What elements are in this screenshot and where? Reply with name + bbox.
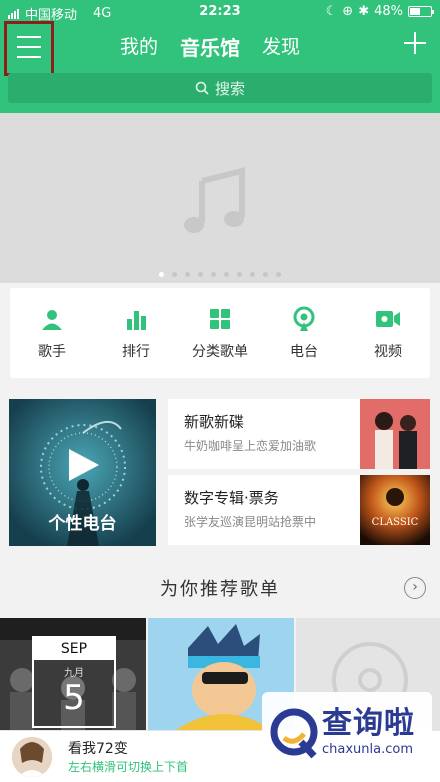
calendar-badge: SEP 九月 5 [32,636,116,728]
search-icon [195,81,209,95]
grid-icon [205,305,235,333]
carousel-dot [237,272,242,277]
menu-button[interactable] [4,21,54,76]
singer-icon [37,305,67,333]
calendar-month: SEP [34,638,114,660]
carousel-dot [185,272,190,277]
category-label: 分类歌单 [192,344,248,360]
album-card-subtitle: 牛奶咖啡呈上恋爱加油歌 [184,439,317,453]
banner-carousel[interactable] [0,113,440,283]
watermark-text: 查询啦 [322,706,415,741]
status-bar: 中国移动 4G 22:23 ☾ ⊕ ✱ 48% [0,0,440,24]
chevron-right-icon[interactable]: › [404,577,426,599]
category-label: 视频 [374,344,402,360]
watermark: 查询啦 chaxunla.com [262,692,432,774]
radio-label: 个性电台 [48,514,117,534]
category-chart[interactable]: 排行 [101,305,171,361]
album-cover-image: CLASSIC [360,475,430,545]
digital-album-card[interactable]: 数字专辑·票务 张学友巡演昆明站抢票中 CLASSIC [168,475,430,545]
radio-icon [289,305,319,333]
carousel-dot [211,272,216,277]
carousel-dot [198,272,203,277]
video-icon [373,305,403,333]
recommended-playlists-title: 为你推荐歌单 [160,579,280,600]
carousel-dots [0,272,440,277]
music-note-icon [184,167,245,233]
tab-music-hall[interactable]: 音乐馆 [180,32,240,61]
category-label: 排行 [122,344,150,360]
carousel-dot [224,272,229,277]
carousel-dot [276,272,281,277]
tab-discover[interactable]: 发现 [262,32,300,61]
calendar-month-cn: 九月 [64,668,84,679]
add-button[interactable] [402,30,428,56]
category-singer[interactable]: 歌手 [17,305,87,361]
album-cover-image [360,399,430,469]
top-nav-tabs: 我的 音乐馆 发现 [120,32,300,61]
tab-mine[interactable]: 我的 [120,32,158,61]
chart-icon [121,305,151,333]
category-shortcuts: 歌手 排行 分类歌单 电台 视频 [10,288,430,378]
category-radio[interactable]: 电台 [269,305,339,361]
album-card-subtitle: 张学友巡演昆明站抢票中 [184,515,317,529]
carousel-dot [250,272,255,277]
search-placeholder: 搜索 [214,79,245,98]
now-playing-hint: 左右横滑可切换上下首 [68,760,189,774]
music-app-screen: 中国移动 4G 22:23 ☾ ⊕ ✱ 48% 我的 音乐馆 发现 搜索 歌手 … [0,0,440,782]
play-icon [69,449,99,481]
app-header: 中国移动 4G 22:23 ☾ ⊕ ✱ 48% 我的 音乐馆 发现 搜索 [0,0,440,113]
battery-icon [408,6,434,17]
album-cover-text: CLASSIC [372,517,419,528]
category-playlists[interactable]: 分类歌单 [185,305,255,361]
now-playing-cover [12,737,52,777]
watermark-url: chaxunla.com [322,742,413,757]
bluetooth-icon: ✱ [358,4,370,19]
now-playing-title: 看我72变 [68,741,128,757]
calendar-day: 5 [63,678,85,718]
carousel-dot [159,272,164,277]
carousel-dot [172,272,177,277]
category-label: 歌手 [38,344,66,360]
new-releases-card[interactable]: 新歌新碟 牛奶咖啡呈上恋爱加油歌 [168,399,430,469]
album-card-title: 数字专辑·票务 [184,489,279,507]
carousel-dot [263,272,268,277]
playlist-tile[interactable]: SEP 九月 5 [0,618,146,730]
search-bar[interactable]: 搜索 [8,73,432,103]
battery-percent: 48% [374,4,403,19]
lock-rotation-icon: ⊕ [342,4,354,19]
watermark-logo [270,708,318,759]
personal-radio-card[interactable]: 个性电台 [9,399,156,546]
moon-icon: ☾ [325,4,338,19]
album-card-title: 新歌新碟 [184,413,245,431]
category-video[interactable]: 视频 [353,305,423,361]
category-label: 电台 [290,344,318,360]
